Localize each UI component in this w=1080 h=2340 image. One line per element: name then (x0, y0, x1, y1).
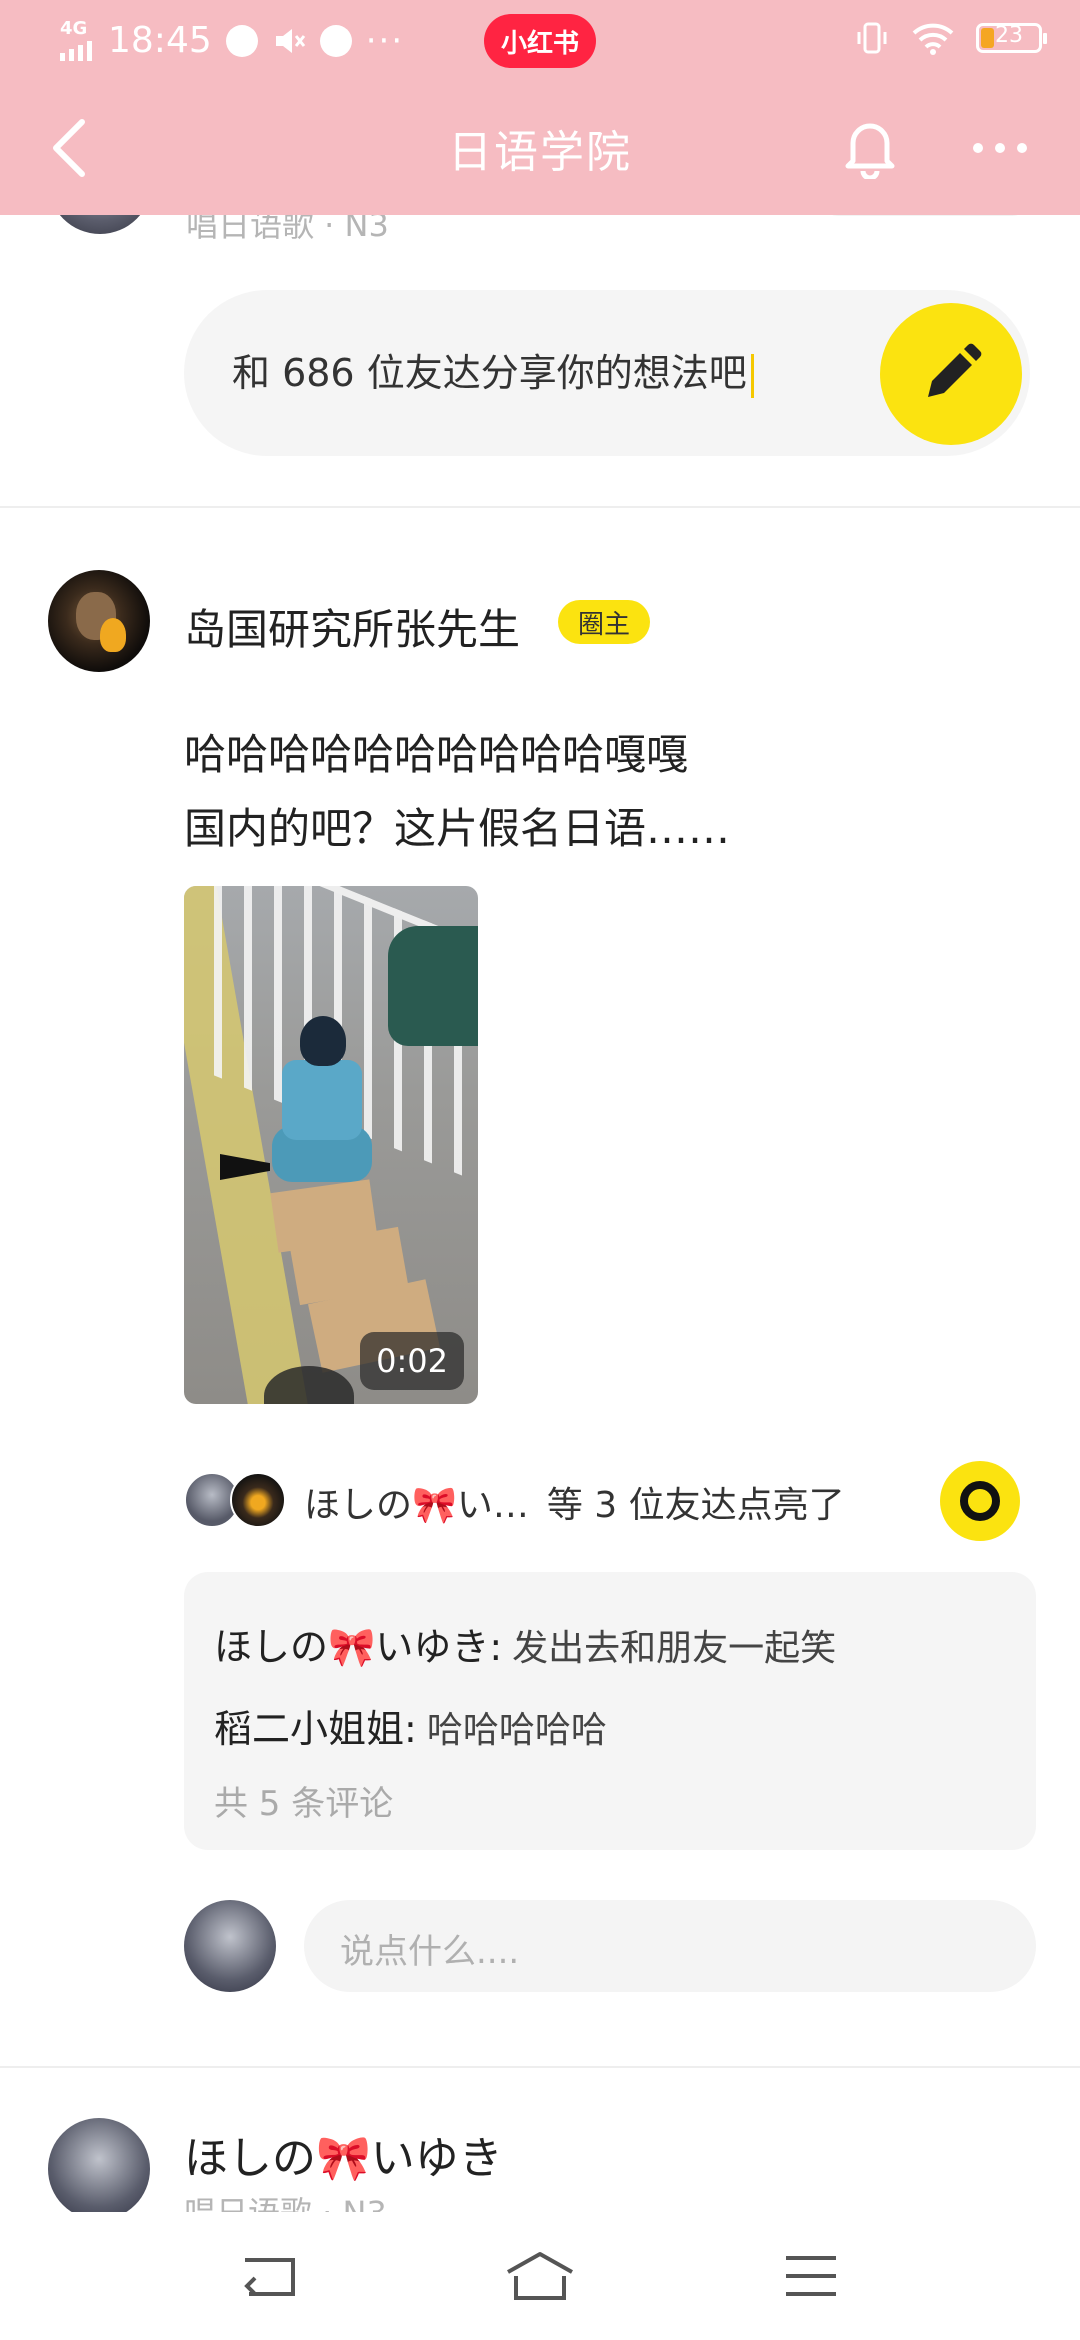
video-thumbnail[interactable]: 0:02 (184, 886, 478, 1404)
comment-item: ほしの🎀いゆき: 发出去和朋友一起笑 (214, 1616, 836, 1671)
notifications-button[interactable] (830, 108, 910, 188)
signal-icon: 4G (56, 17, 94, 61)
back-arrow-icon (244, 2258, 295, 2296)
post-body: 哈哈哈哈哈哈哈哈哈哈嘎嘎 国内的吧？这片假名日语…… (184, 718, 1044, 866)
like-button[interactable] (940, 1461, 1020, 1541)
tiktok-notification-icon (225, 24, 258, 57)
share-prompt: 和 686 位友达分享你的想法吧 (232, 342, 754, 398)
likes-count-text: 等 3 位友达点亮了 (546, 1485, 845, 1526)
like-ring-icon (960, 1481, 1000, 1521)
comments-preview[interactable]: ほしの🎀いゆき: 发出去和朋友一起笑 稻二小姐姐: 哈哈哈哈哈 共 5 条评论 (184, 1572, 1036, 1850)
more-status-icon: ··· (365, 20, 405, 61)
comment-author-part: ほしの (214, 1625, 329, 1669)
post-text-line: 国内的吧？这片假名日语…… (184, 804, 731, 853)
next-post-author[interactable]: ほしの🎀いゆき (184, 2122, 503, 2186)
screen: 4G 18:45 ··· 小红书 23 日语学院 唱日语歌 · N3 和 686… (0, 0, 1080, 2340)
post-author-name[interactable]: 岛国研究所张先生 (184, 596, 520, 657)
menu-icon (786, 2256, 836, 2296)
comment-author-part: いゆき: (375, 1625, 503, 1669)
page-title: 日语学院 (448, 127, 632, 178)
nav-menu-button[interactable] (766, 2236, 856, 2316)
comment-input[interactable]: 说点什么.... (304, 1900, 1036, 1992)
brand-badge: 小红书 (484, 14, 596, 68)
wifi-icon (912, 23, 954, 55)
clock: 18:45 (108, 20, 212, 61)
author-name-part: いゆき (370, 2133, 503, 2184)
my-avatar (184, 1900, 276, 1992)
owner-badge: 圈主 (558, 600, 650, 644)
bell-icon (845, 123, 895, 179)
comment-author: 稻二小姐姐: (214, 1707, 417, 1751)
post-text-line: 哈哈哈哈哈哈哈哈哈哈嘎嘎 (184, 730, 689, 779)
header: 日语学院 (0, 86, 1080, 215)
battery-icon: 23 (976, 23, 1047, 53)
compose-button[interactable] (880, 303, 1022, 445)
author-name-part: ほしの (184, 2133, 316, 2184)
bow-emoji-icon: 🎀 (328, 1625, 376, 1669)
more-options-button[interactable] (960, 108, 1040, 188)
top-bar: 4G 18:45 ··· 小红书 23 日语学院 (0, 0, 1080, 215)
more-dots-icon (973, 143, 1027, 153)
view-all-comments[interactable]: 共 5 条评论 (214, 1776, 393, 1825)
status-bar: 4G 18:45 ··· 小红书 23 (0, 0, 1080, 86)
comment-author: ほしの🎀いゆき: (214, 1625, 502, 1669)
comment-item: 稻二小姐姐: 哈哈哈哈哈 (214, 1698, 607, 1753)
next-post-subtitle-wrap: 唱日语歌 · N3 (184, 2188, 584, 2212)
nav-home-button[interactable] (495, 2236, 585, 2316)
video-duration: 0:02 (360, 1332, 464, 1390)
vibrate-icon (857, 22, 887, 54)
mute-icon (275, 28, 305, 53)
home-icon (507, 2252, 573, 2300)
comment-text: 发出去和朋友一起笑 (512, 1628, 837, 1669)
likers-names: ほしの🎀い… (304, 1485, 529, 1526)
status-right: 23 (854, 20, 1047, 56)
system-nav-bar (0, 2212, 1080, 2340)
status-left: 4G 18:45 ··· (56, 17, 405, 61)
battery-level: 23 (995, 23, 1023, 48)
next-post-avatar[interactable] (48, 2118, 150, 2220)
next-post-subtitle: 唱日语歌 · N3 (184, 2188, 387, 2212)
text-caret (750, 353, 754, 398)
speedometer-icon (319, 24, 352, 57)
comment-text: 哈哈哈哈哈 (426, 1710, 607, 1751)
share-prompt-text: 和 686 位友达分享你的想法吧 (232, 351, 747, 395)
comment-input-placeholder: 说点什么.... (340, 1932, 520, 1972)
likes-summary: ほしの🎀い… 等 3 位友达点亮了 (304, 1476, 845, 1528)
liker-avatar (230, 1472, 286, 1528)
bow-emoji-icon: 🎀 (316, 2133, 371, 2184)
network-type: 4G (60, 17, 88, 39)
post-author-avatar[interactable] (48, 570, 150, 672)
pencil-icon (928, 343, 982, 397)
divider (0, 2066, 1080, 2068)
divider (0, 506, 1080, 508)
likes-row[interactable]: ほしの🎀い… 等 3 位友达点亮了 (184, 1472, 1044, 1532)
nav-back-button[interactable] (224, 2236, 314, 2316)
